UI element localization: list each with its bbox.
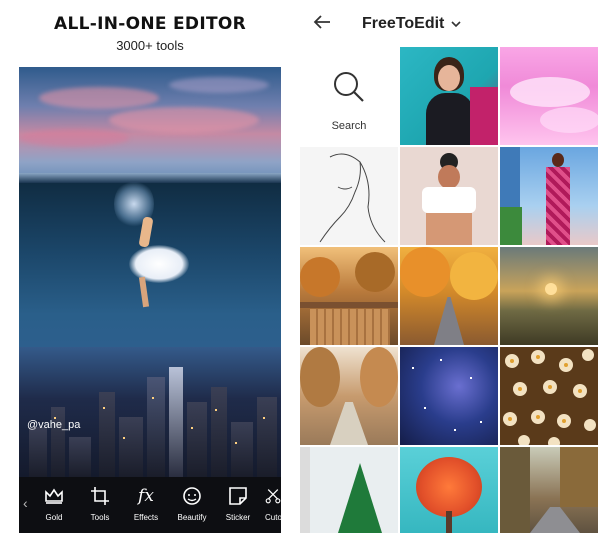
image-grid: Search [300,47,600,533]
tool-cutout-button[interactable]: Cuto [259,477,281,533]
tool-label: Gold [45,513,63,522]
sky-image [19,67,281,179]
promo-headline: ALL-IN-ONE EDITOR [54,14,246,34]
gallery-thumbnail[interactable] [300,247,398,345]
water-surface [19,173,281,183]
sticker-icon [215,485,261,507]
tool-label: Cuto [265,513,281,522]
chevron-down-icon [451,21,461,28]
back-arrow-icon[interactable] [312,12,332,32]
city-skyline-image [19,347,281,477]
gallery-thumbnail[interactable] [400,247,498,345]
gallery-thumbnail[interactable] [500,447,598,533]
editor-canvas[interactable]: @vahe_pa ‹ Gold Tools fx Effects Beautif… [19,67,281,533]
gallery-thumbnail[interactable] [400,47,498,145]
crown-icon [31,485,77,507]
search-label: Search [331,120,367,132]
tool-label: Beautify [177,513,207,522]
gallery-thumbnail[interactable] [400,347,498,445]
gallery-thumbnail[interactable] [400,447,498,533]
watermark-text: @vahe_pa [27,419,81,431]
gallery-title: FreeToEdit [362,15,445,32]
search-icon [334,72,364,102]
promo-subline: 3000+ tools [116,38,184,53]
tool-tools-button[interactable]: Tools [77,477,123,533]
tool-gold-button[interactable]: Gold [31,477,77,533]
gallery-thumbnail[interactable] [500,47,598,145]
category-dropdown[interactable]: FreeToEdit [362,13,462,35]
gallery-header: FreeToEdit [300,0,600,46]
tool-label: Tools [90,513,110,522]
fx-icon: fx [138,486,154,506]
tool-beautify-button[interactable]: Beautify [169,477,215,533]
cutout-icon [259,485,281,507]
gallery-panel: FreeToEdit Search [300,0,600,533]
crop-icon [77,485,123,507]
tool-sticker-button[interactable]: Sticker [215,477,261,533]
gallery-thumbnail-tree [338,447,398,533]
gallery-thumbnail[interactable] [500,147,598,245]
scroll-left-icon[interactable]: ‹ [23,495,28,511]
gallery-thumbnail[interactable] [500,347,598,445]
editor-toolbar: ‹ Gold Tools fx Effects Beautify Sticker… [19,477,281,533]
tool-label: Effects [133,513,159,522]
gallery-thumbnail[interactable] [500,247,598,345]
tool-label: Sticker [225,513,251,522]
face-icon [169,485,215,507]
gallery-thumbnail[interactable] [300,147,398,245]
gallery-thumbnail[interactable] [400,147,498,245]
gallery-thumbnail[interactable] [300,347,398,445]
search-button[interactable]: Search [300,47,398,145]
editor-promo-panel: ALL-IN-ONE EDITOR 3000+ tools @vahe_pa ‹… [0,0,300,533]
tool-effects-button[interactable]: fx Effects [123,477,169,533]
